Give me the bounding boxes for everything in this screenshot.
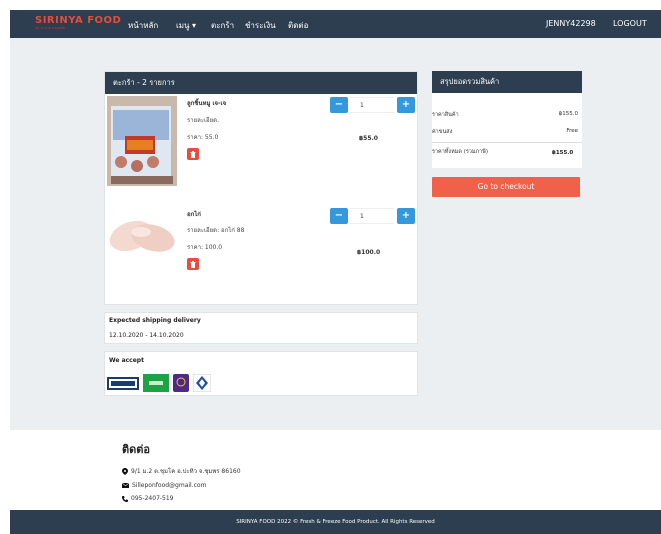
shipping-panel: Expected shipping delivery 12.10.2020 - … bbox=[104, 312, 418, 344]
trash-icon bbox=[190, 150, 196, 158]
item-name[interactable]: อกไก่ bbox=[187, 209, 201, 219]
nav-cart[interactable]: ตะกร้า bbox=[211, 19, 234, 32]
nav-menu[interactable]: เมนู ▾ bbox=[176, 19, 196, 32]
delete-item-button[interactable] bbox=[187, 258, 199, 270]
nav-home[interactable]: หน้าหลัก bbox=[128, 19, 158, 32]
contact-email: Silleponfood@gmail.com bbox=[122, 482, 241, 489]
summary-panel: สรุปยอดรวมสินค้า ราคาสินค้า ฿155.0 ค่าขน… bbox=[432, 71, 582, 197]
summary-divider bbox=[432, 142, 582, 143]
nav-contact[interactable]: ติดต่อ bbox=[288, 19, 308, 32]
nav-payment[interactable]: ชำระเงิน bbox=[245, 19, 276, 32]
checkout-button[interactable]: Go to checkout bbox=[432, 177, 580, 197]
shipping-dates: 12.10.2020 - 14.10.2020 bbox=[109, 332, 184, 339]
promptpay-logo bbox=[107, 376, 139, 390]
nav-menu-label: เมนู bbox=[176, 21, 190, 30]
contact-title: ติดต่อ bbox=[122, 443, 151, 456]
brand-name: SIRINYA FOOD bbox=[35, 15, 122, 26]
total-label: ราคาทั้งหมด (รวมภาษี) bbox=[432, 149, 488, 155]
shipping-fee-value: Free bbox=[566, 128, 578, 134]
contact-address: 9/1 ม.2 ต.ชุมโค อ.ปะทิว จ.ชุมพร 86160 bbox=[122, 466, 241, 476]
subtotal-label: ราคาสินค้า bbox=[432, 112, 459, 118]
scb-logo bbox=[173, 374, 189, 392]
content-area: ตะกร้า - 2 รายการ ลูกชิ้นหมู เจ-เจ รายละ… bbox=[10, 38, 661, 430]
increase-quantity-button[interactable]: + bbox=[397, 208, 415, 224]
cart-title: ตะกร้า - 2 รายการ bbox=[105, 72, 417, 94]
item-unit-price: ราคา: 100.0 bbox=[187, 244, 223, 251]
delete-item-button[interactable] bbox=[187, 148, 199, 160]
footer: SIRINYA FOOD 2022 © Fresh & Freeze Food … bbox=[10, 510, 661, 534]
summary-title: สรุปยอดรวมสินค้า bbox=[432, 71, 582, 93]
summary-row-shipping: ค่าขนส่ง Free bbox=[432, 128, 582, 136]
contact-section: ติดต่อ 9/1 ม.2 ต.ชุมโค อ.ปะทิว จ.ชุมพร 8… bbox=[122, 440, 241, 508]
increase-quantity-button[interactable]: + bbox=[397, 97, 415, 113]
item-detail: รายละเอียด: อกไก่ 88 bbox=[187, 227, 245, 234]
address-text: 9/1 ม.2 ต.ชุมโค อ.ปะทิว จ.ชุมพร 86160 bbox=[131, 468, 241, 475]
brand-tagline: สด สะอาด ปลอดภัย bbox=[35, 26, 66, 30]
caret-down-icon: ▾ bbox=[192, 21, 197, 30]
payment-logos bbox=[107, 374, 211, 392]
item-detail: รายละเอียด. bbox=[187, 117, 219, 124]
trash-icon bbox=[190, 260, 196, 268]
plus-icon: + bbox=[401, 99, 411, 110]
contact-phone: 095-2407-519 bbox=[122, 495, 241, 502]
page: SIRINYA FOOD สด สะอาด ปลอดภัย หน้าหลัก เ… bbox=[10, 10, 661, 534]
item-total: ฿55.0 bbox=[359, 135, 378, 142]
quantity-input[interactable]: 1 bbox=[350, 97, 394, 113]
item-total: ฿100.0 bbox=[357, 249, 381, 256]
shipping-fee-label: ค่าขนส่ง bbox=[432, 129, 453, 135]
payment-title: We accept bbox=[109, 357, 144, 364]
envelope-icon bbox=[122, 483, 129, 488]
decrease-quantity-button[interactable]: − bbox=[330, 97, 348, 113]
summary-row-subtotal: ราคาสินค้า ฿155.0 bbox=[432, 111, 582, 119]
plus-icon: + bbox=[401, 210, 411, 221]
bank-logo bbox=[143, 374, 169, 392]
minus-icon: − bbox=[334, 210, 344, 221]
meatball-product-image bbox=[107, 96, 177, 186]
phone-icon bbox=[122, 495, 128, 502]
map-marker-icon bbox=[122, 467, 128, 475]
summary-row-total: ราคาทั้งหมด (รวมภาษี) bbox=[432, 148, 502, 156]
logout-link[interactable]: LOGOUT bbox=[613, 19, 647, 28]
navbar: SIRINYA FOOD สด สะอาด ปลอดภัย หน้าหลัก เ… bbox=[10, 10, 661, 38]
minus-icon: − bbox=[334, 99, 344, 110]
nav-username[interactable]: JENNY42298 bbox=[546, 19, 596, 28]
item-name[interactable]: ลูกชิ้นหมู เจ-เจ bbox=[187, 98, 226, 108]
quantity-input[interactable]: 1 bbox=[350, 208, 394, 224]
email-text[interactable]: Silleponfood@gmail.com bbox=[132, 482, 206, 489]
subtotal-value: ฿155.0 bbox=[558, 111, 578, 117]
brand-logo[interactable]: SIRINYA FOOD สด สะอาด ปลอดภัย bbox=[35, 15, 121, 31]
total-value: ฿155.0 bbox=[552, 150, 574, 156]
krungsri-logo bbox=[193, 374, 211, 392]
item-unit-price: ราคา: 55.0 bbox=[187, 134, 219, 141]
decrease-quantity-button[interactable]: − bbox=[330, 208, 348, 224]
phone-text[interactable]: 095-2407-519 bbox=[131, 495, 174, 502]
shipping-title: Expected shipping delivery bbox=[109, 317, 201, 324]
cart-panel: ตะกร้า - 2 รายการ ลูกชิ้นหมู เจ-เจ รายละ… bbox=[104, 71, 418, 305]
chicken-breast-product-image bbox=[107, 200, 177, 270]
